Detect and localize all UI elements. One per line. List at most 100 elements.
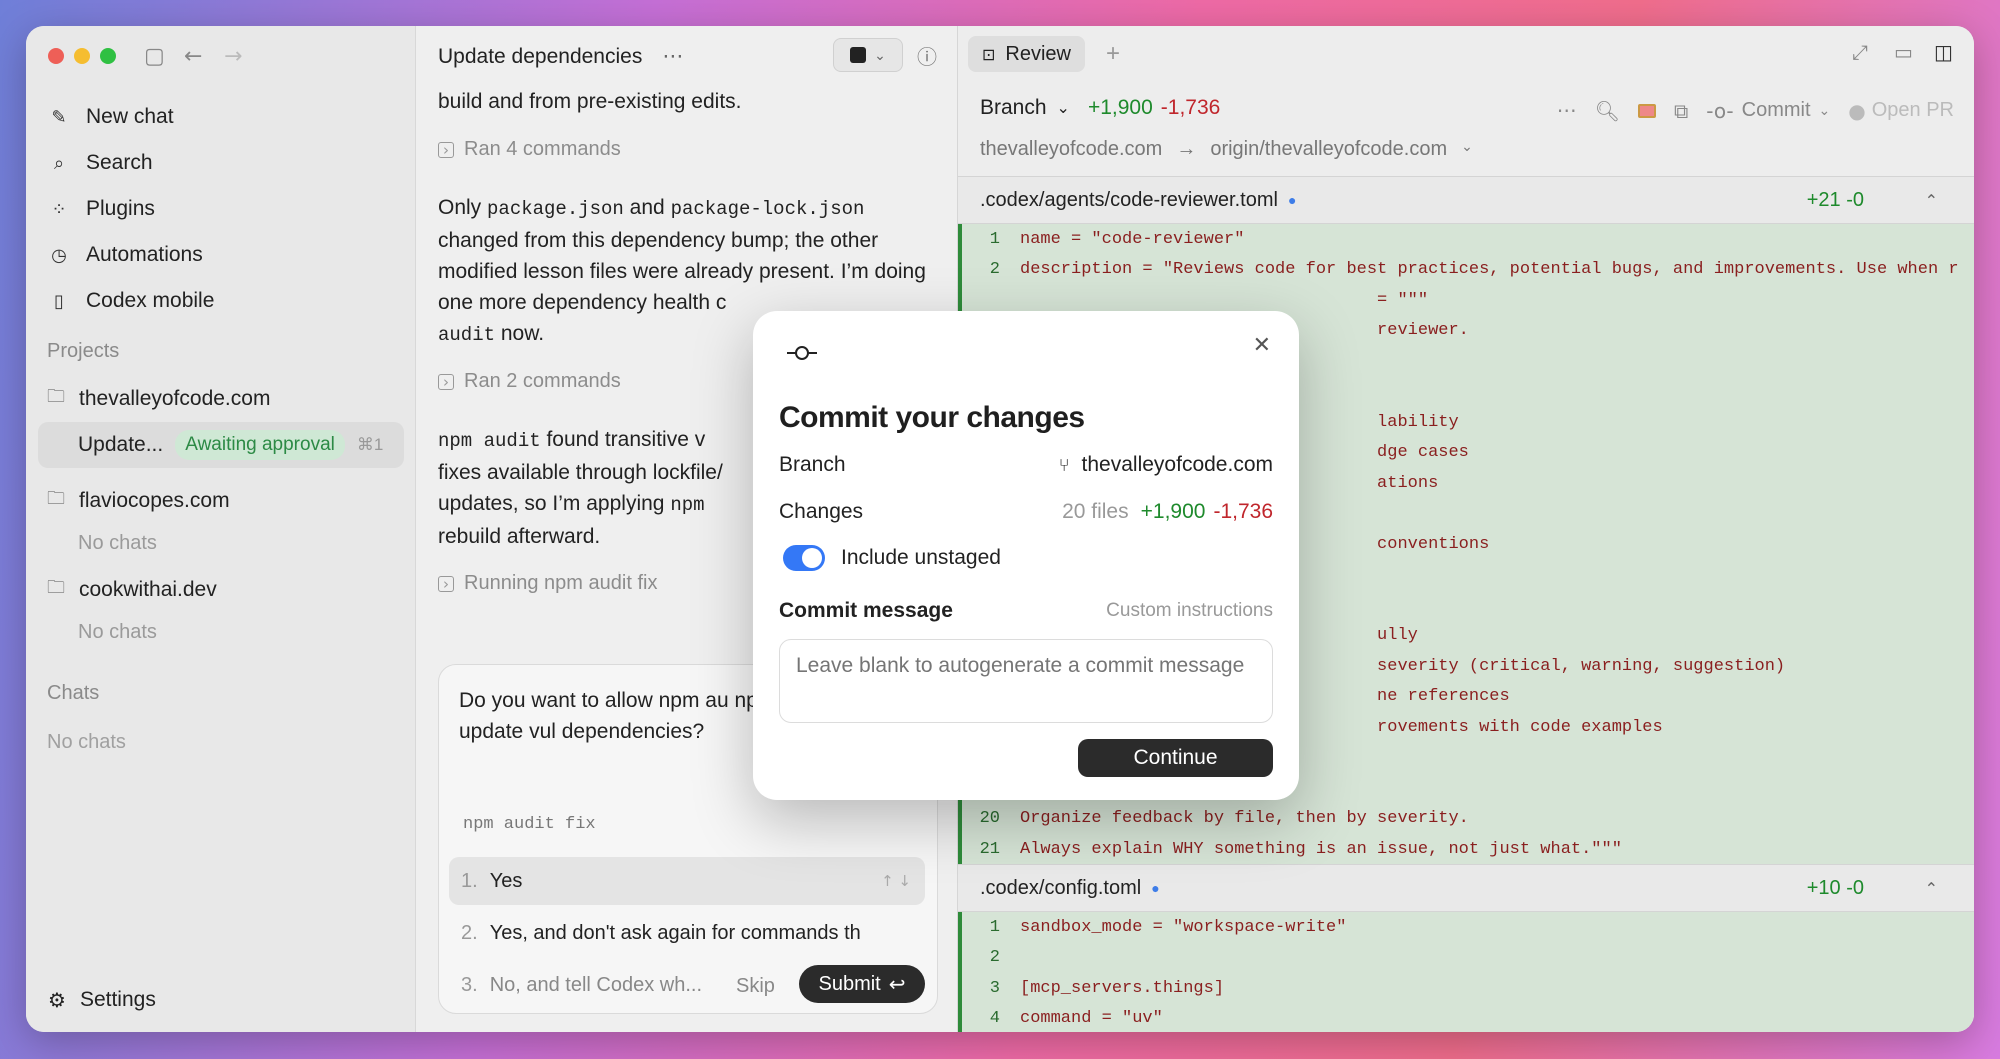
option-number: 1. — [461, 869, 478, 892]
tool-summary[interactable]: › Ran 4 commands — [438, 138, 621, 161]
tool-summary[interactable]: › Ran 2 commands — [438, 370, 621, 393]
msg-text: found transitive v — [540, 428, 706, 451]
open-pr-button[interactable]: ● Open PR — [1848, 99, 1954, 123]
chevron-up-icon[interactable]: ⌃ — [1925, 879, 1938, 898]
skip-button[interactable]: Skip — [736, 975, 775, 998]
line-code: description = "Reviews code for best pra… — [1020, 260, 1959, 280]
project-cookwithai[interactable]: 🗀 cookwithai.dev — [47, 575, 217, 605]
include-unstaged-toggle[interactable] — [783, 545, 825, 571]
file-search-icon[interactable]: 🔍︎ — [1595, 99, 1620, 123]
forward-arrow-icon[interactable]: → — [224, 44, 242, 69]
submit-label: Submit — [818, 972, 881, 995]
branch-select[interactable]: Branch — [980, 96, 1047, 120]
editor-icon — [850, 47, 867, 63]
file-header[interactable]: .codex/config.toml ● +10 -0 ⌃ — [958, 864, 1974, 912]
chats-label: Chats — [47, 682, 100, 704]
copy-icon[interactable]: ⧉ — [1674, 99, 1688, 123]
sidebar-item-codex-mobile[interactable]: ▯ Codex mobile — [48, 278, 408, 324]
app-window: ▢ ← → ✎ New chat ⌕ Search ⁘ Plugins ◷ Automatio… — [26, 26, 1974, 1032]
branch-path: thevalleyofcode.com → origin/thevalleyof… — [980, 138, 1473, 161]
tool-running[interactable]: › Running npm audit fix — [438, 572, 657, 595]
file-name: .codex/agents/code-reviewer.toml — [980, 188, 1278, 211]
line-code: [mcp_servers.things] — [1020, 978, 1225, 998]
files-count: 20 files — [1062, 500, 1129, 523]
close-icon[interactable]: ✕ — [1253, 333, 1271, 358]
diff-view-icon[interactable] — [1637, 103, 1656, 118]
diff-line: 20 Organize feedback by file, then by sev… — [962, 804, 1974, 835]
project-flaviocopes[interactable]: 🗀 flaviocopes.com — [47, 486, 230, 516]
changes-label: Changes — [779, 500, 864, 523]
terminal-panel-icon[interactable]: ▭ — [1894, 40, 1913, 64]
msg-text: now. — [495, 322, 545, 345]
project-thevalleyofcode[interactable]: 🗀 thevalleyofcode.com — [47, 384, 270, 414]
sidebar-nav: ✎ New chat ⌕ Search ⁘ Plugins ◷ Automations ▯ Cod… — [48, 94, 408, 324]
approval-option-no[interactable]: 3. No, and tell Codex wh... — [449, 961, 719, 1009]
sidebar-toggle-icon[interactable]: ▢ — [144, 44, 165, 69]
sidebar-item-search[interactable]: ⌕ Search — [48, 140, 408, 186]
projects-label: Projects — [47, 340, 120, 362]
sidebar-chat-update[interactable]: Update... Awaiting approval ⌘1 — [38, 422, 404, 468]
folder-icon: 🗀 — [47, 488, 65, 509]
line-code: command = "uv" — [1020, 1009, 1163, 1029]
editor-select-button[interactable]: ⌄ — [833, 38, 903, 72]
inline-code: package.json — [487, 198, 624, 220]
submit-button[interactable]: Submit ↩ — [799, 965, 925, 1003]
commit-message-input[interactable] — [779, 639, 1273, 723]
inline-code: audit — [438, 324, 496, 346]
branch-diff-summary: Branch ⌄ +1,900 -1,736 — [980, 96, 1220, 120]
commit-message-row: Commit message Custom instructions — [779, 599, 1273, 623]
info-icon[interactable]: ⓘ — [917, 41, 937, 70]
add-tab-icon[interactable]: + — [1106, 40, 1120, 68]
changes-row: Changes 20 files +1,900 -1,736 — [779, 500, 1273, 524]
window-controls — [48, 48, 116, 64]
chevron-down-icon[interactable]: ⌄ — [1057, 98, 1070, 118]
line-number: 20 — [979, 809, 1000, 829]
remote-branch[interactable]: origin/thevalleyofcode.com — [1210, 138, 1447, 161]
terminal-icon: › — [438, 575, 454, 593]
msg-text: changed from this dependency bump; the o… — [438, 229, 926, 314]
zoom-window-button[interactable] — [100, 48, 116, 64]
sidebar-item-label: Plugins — [86, 197, 155, 220]
arrow-icon: → — [1176, 138, 1197, 160]
shortcut-hint: ⌘1 — [356, 435, 384, 454]
line-code: sandbox_mode = "workspace-write" — [1020, 917, 1347, 937]
chevron-up-icon[interactable]: ⌃ — [1925, 191, 1938, 210]
inline-code: npm audit — [438, 430, 541, 452]
diff-line: 4 command = "uv" — [962, 1004, 1974, 1033]
include-unstaged-label: Include unstaged — [841, 546, 1001, 569]
commit-label: Commit — [1741, 99, 1811, 121]
sidebar-item-label: Search — [86, 151, 153, 174]
line-code: Always explain WHY something is an issue… — [1020, 839, 1622, 859]
approval-option-yes-always[interactable]: 2. Yes, and don't ask again for commands… — [449, 909, 925, 957]
settings-button[interactable]: ⚙ Settings — [48, 988, 156, 1012]
minimize-window-button[interactable] — [74, 48, 90, 64]
more-options-icon[interactable]: ⋯ — [1557, 98, 1577, 123]
expand-icon[interactable]: ⤢ — [1852, 40, 1868, 64]
msg-text: and — [623, 196, 671, 219]
modified-dot-icon: ● — [1287, 192, 1297, 208]
chevron-down-icon[interactable]: ⌄ — [1461, 138, 1473, 161]
plugins-icon: ⁘ — [51, 198, 67, 220]
custom-instructions-link[interactable]: Custom instructions — [1106, 600, 1273, 622]
line-number: 4 — [989, 1009, 1000, 1029]
diff-line: 1 sandbox_mode = "workspace-write" — [962, 912, 1974, 943]
approval-option-yes[interactable]: 1. Yes ↑ ↓ — [449, 857, 925, 905]
commit-dialog: ✕ Commit your changes Branch ⑂ thevalley… — [753, 311, 1299, 800]
empty-chats-text: No chats — [78, 532, 157, 554]
continue-button[interactable]: Continue — [1078, 739, 1273, 777]
back-arrow-icon[interactable]: ← — [184, 44, 202, 69]
split-view-icon[interactable]: ◫ — [1934, 40, 1953, 64]
include-unstaged-row: Include unstaged — [783, 545, 1277, 571]
file-header[interactable]: .codex/agents/code-reviewer.toml ● +21 -… — [958, 176, 1974, 224]
sidebar-item-automations[interactable]: ◷ Automations — [48, 232, 408, 278]
tab-review[interactable]: ⊡ Review — [968, 36, 1085, 72]
close-window-button[interactable] — [48, 48, 64, 64]
commit-button[interactable]: -o- Commit ⌄ — [1706, 99, 1830, 123]
more-options-icon[interactable]: ⋯ — [662, 44, 683, 69]
sidebar-item-new-chat[interactable]: ✎ New chat — [48, 94, 408, 140]
sidebar-item-plugins[interactable]: ⁘ Plugins — [48, 186, 408, 232]
sidebar-item-label: Automations — [86, 243, 203, 266]
line-number: 2 — [989, 260, 1000, 280]
option-number: 3. — [461, 973, 478, 996]
line-number: 21 — [979, 839, 1000, 859]
